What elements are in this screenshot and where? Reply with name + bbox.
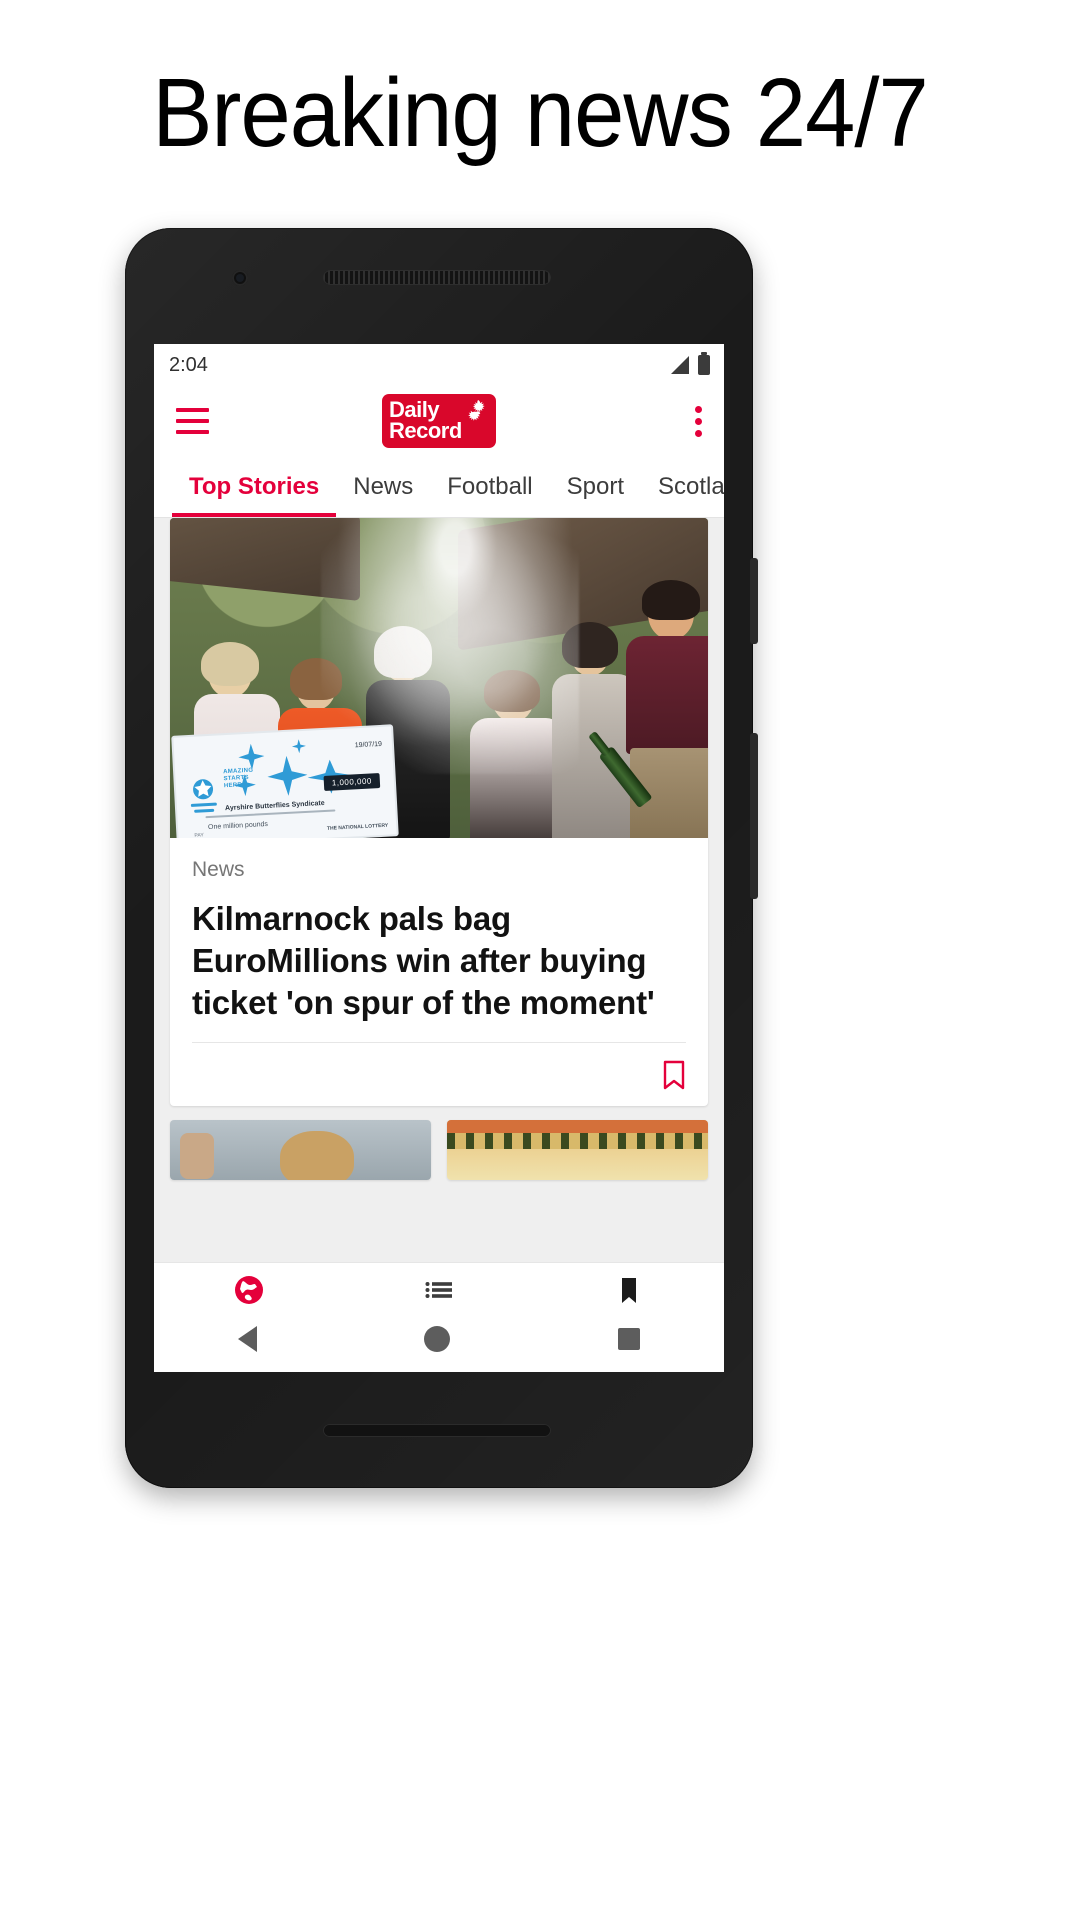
national-lottery-badge-icon [190,779,217,813]
news-feed[interactable]: AMAZING STARTS HERE 19/07/19 1,000,000 Ayr… [154,518,724,1262]
logo-line-record: Record [389,418,462,443]
back-triangle-icon[interactable] [237,1326,257,1352]
earpiece-speaker [323,270,551,285]
hero-article-headline[interactable]: Kilmarnock pals bag EuroMillions win aft… [192,898,686,1024]
kebab-menu-icon[interactable] [695,405,702,437]
bookmark-outline-icon[interactable] [662,1060,686,1090]
cheque-words: One million pounds [207,820,269,832]
phone-screen: 2:04 Daily Record Top Stories News Footb… [154,344,724,1372]
recents-square-icon[interactable] [618,1328,641,1350]
giant-cheque: AMAZING STARTS HERE 19/07/19 1,000,000 Ayr… [171,724,399,838]
category-tab-bar[interactable]: Top Stories News Football Sport Scotland [154,456,724,518]
promo-graphic: Breaking news 24/7 2:04 Daily Record Top… [0,0,1080,1920]
hero-article-body: News Kilmarnock pals bag EuroMillions wi… [170,838,708,1024]
front-camera [232,270,248,286]
cheque-amount: 1,000,000 [323,773,381,791]
android-system-nav[interactable] [154,1306,724,1372]
secondary-article-row[interactable] [154,1106,724,1180]
hero-article-image: AMAZING STARTS HERE 19/07/19 1,000,000 Ayr… [170,518,708,838]
power-button[interactable] [750,558,758,644]
app-bar: Daily Record [154,386,724,456]
hero-article-card[interactable]: AMAZING STARTS HERE 19/07/19 1,000,000 Ayr… [170,518,708,1106]
tab-sport[interactable]: Sport [550,456,641,517]
hero-article-actions [192,1042,686,1106]
battery-full-icon [698,352,710,375]
logo-wordmark: Daily Record [389,399,462,443]
secondary-article-card-2[interactable] [447,1120,708,1180]
list-icon [425,1282,452,1298]
home-circle-icon[interactable] [424,1326,451,1352]
tab-top-stories[interactable]: Top Stories [172,456,337,517]
lion-rampant-icon [468,400,485,421]
secondary-article-card-1[interactable] [170,1120,431,1180]
hamburger-menu-icon[interactable] [176,408,209,434]
tab-scotland[interactable]: Scotland [641,456,724,517]
bottom-speaker [323,1424,551,1437]
status-bar: 2:04 [154,344,724,386]
status-time: 2:04 [169,353,208,376]
bookmark-filled-icon [622,1278,636,1303]
hero-article-kicker: News [192,858,245,881]
tab-news[interactable]: News [336,456,430,517]
signal-bars-icon [671,356,689,374]
tab-football[interactable]: Football [430,456,549,517]
volume-button[interactable] [750,733,758,899]
promo-title: Breaking news 24/7 [152,58,929,167]
phone-mockup: 2:04 Daily Record Top Stories News Footb… [125,228,758,1488]
globe-icon [235,1276,263,1304]
status-icons [671,352,710,375]
daily-record-logo[interactable]: Daily Record [382,394,496,448]
